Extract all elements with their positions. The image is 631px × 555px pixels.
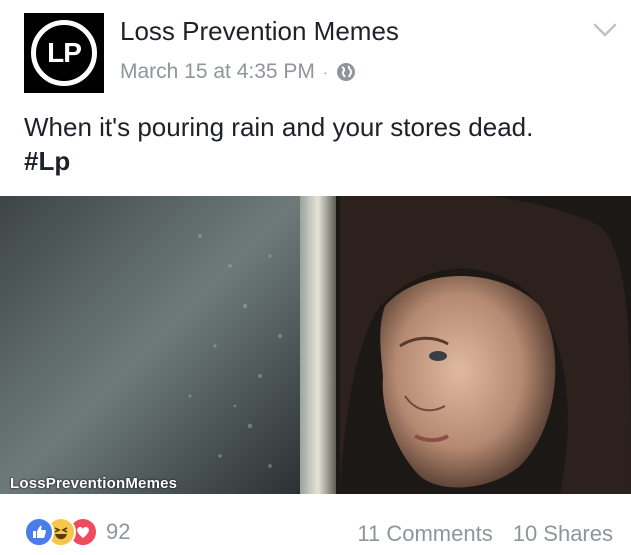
photo-illustration — [0, 196, 631, 494]
hashtag-link[interactable]: #Lp — [24, 144, 614, 178]
page-name-link[interactable]: Loss Prevention Memes — [120, 16, 399, 47]
like-icon — [24, 517, 54, 547]
meta-separator: · — [322, 64, 328, 80]
post-timestamp[interactable]: March 15 at 4:35 PM — [120, 60, 315, 84]
post-message: When it's pouring rain and your stores d… — [24, 110, 614, 178]
page-avatar[interactable]: LP — [24, 13, 104, 93]
image-watermark: LossPreventionMemes — [10, 475, 178, 492]
reaction-count: 92 — [106, 519, 131, 544]
avatar-logo: LP — [31, 20, 97, 86]
post-stats: 11 Comments 10 Shares — [357, 521, 613, 547]
post-meta: March 15 at 4:35 PM · — [120, 60, 356, 84]
post-text: When it's pouring rain and your stores d… — [24, 112, 534, 142]
post-footer: 92 11 Comments 10 Shares — [0, 505, 631, 555]
reactions-summary[interactable]: 92 — [24, 517, 130, 547]
shares-link[interactable]: 10 Shares — [513, 521, 613, 547]
chevron-down-icon[interactable] — [593, 22, 617, 38]
globe-icon — [336, 62, 356, 82]
post-image[interactable]: LossPreventionMemes — [0, 196, 631, 494]
comments-link[interactable]: 11 Comments — [357, 521, 492, 547]
post-header: LP Loss Prevention Memes March 15 at 4:3… — [0, 0, 631, 100]
